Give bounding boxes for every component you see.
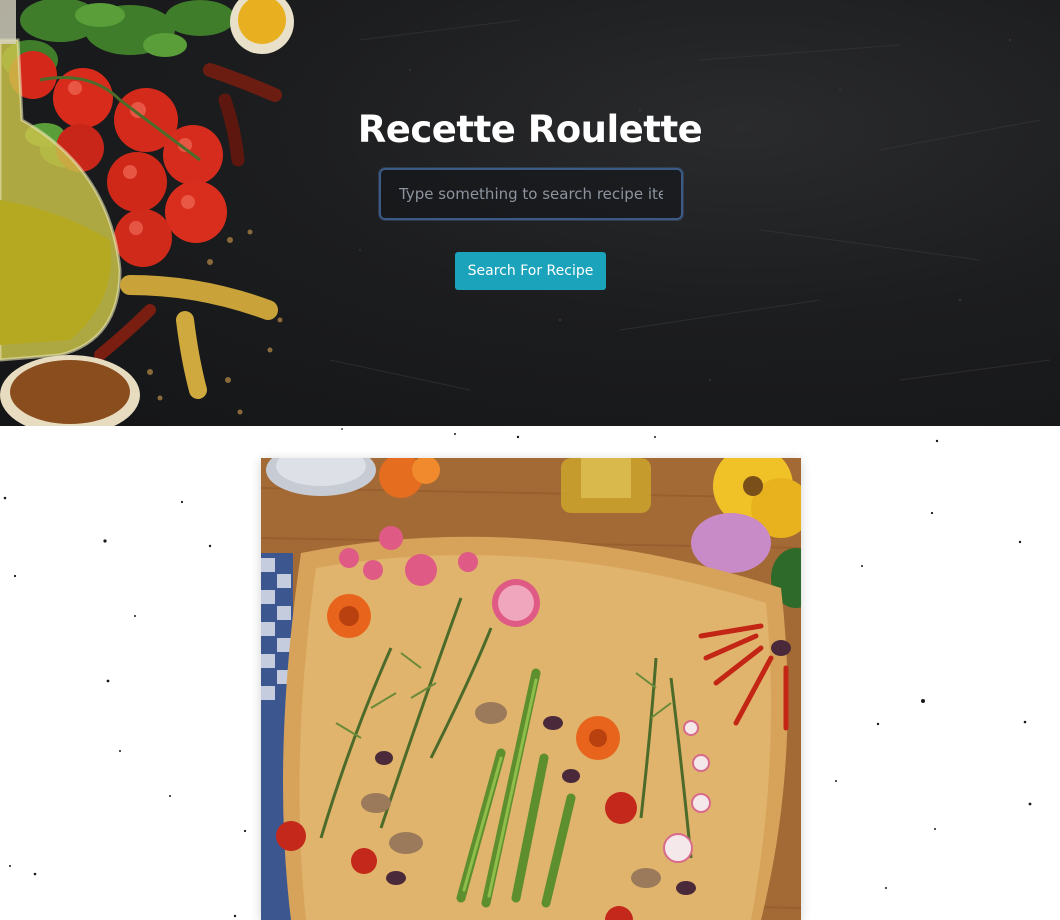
- recipe-card[interactable]: [261, 458, 801, 920]
- page-title: Recette Roulette: [357, 108, 703, 151]
- hero-banner: Recette Roulette Search For Recipe: [0, 0, 1060, 426]
- app-page: Recette Roulette Search For Recipe: [0, 0, 1060, 920]
- recipe-image[interactable]: [261, 458, 801, 920]
- hero-content: Recette Roulette Search For Recipe: [0, 0, 1060, 426]
- search-recipe-button[interactable]: Search For Recipe: [455, 252, 606, 290]
- search-input[interactable]: [379, 168, 683, 220]
